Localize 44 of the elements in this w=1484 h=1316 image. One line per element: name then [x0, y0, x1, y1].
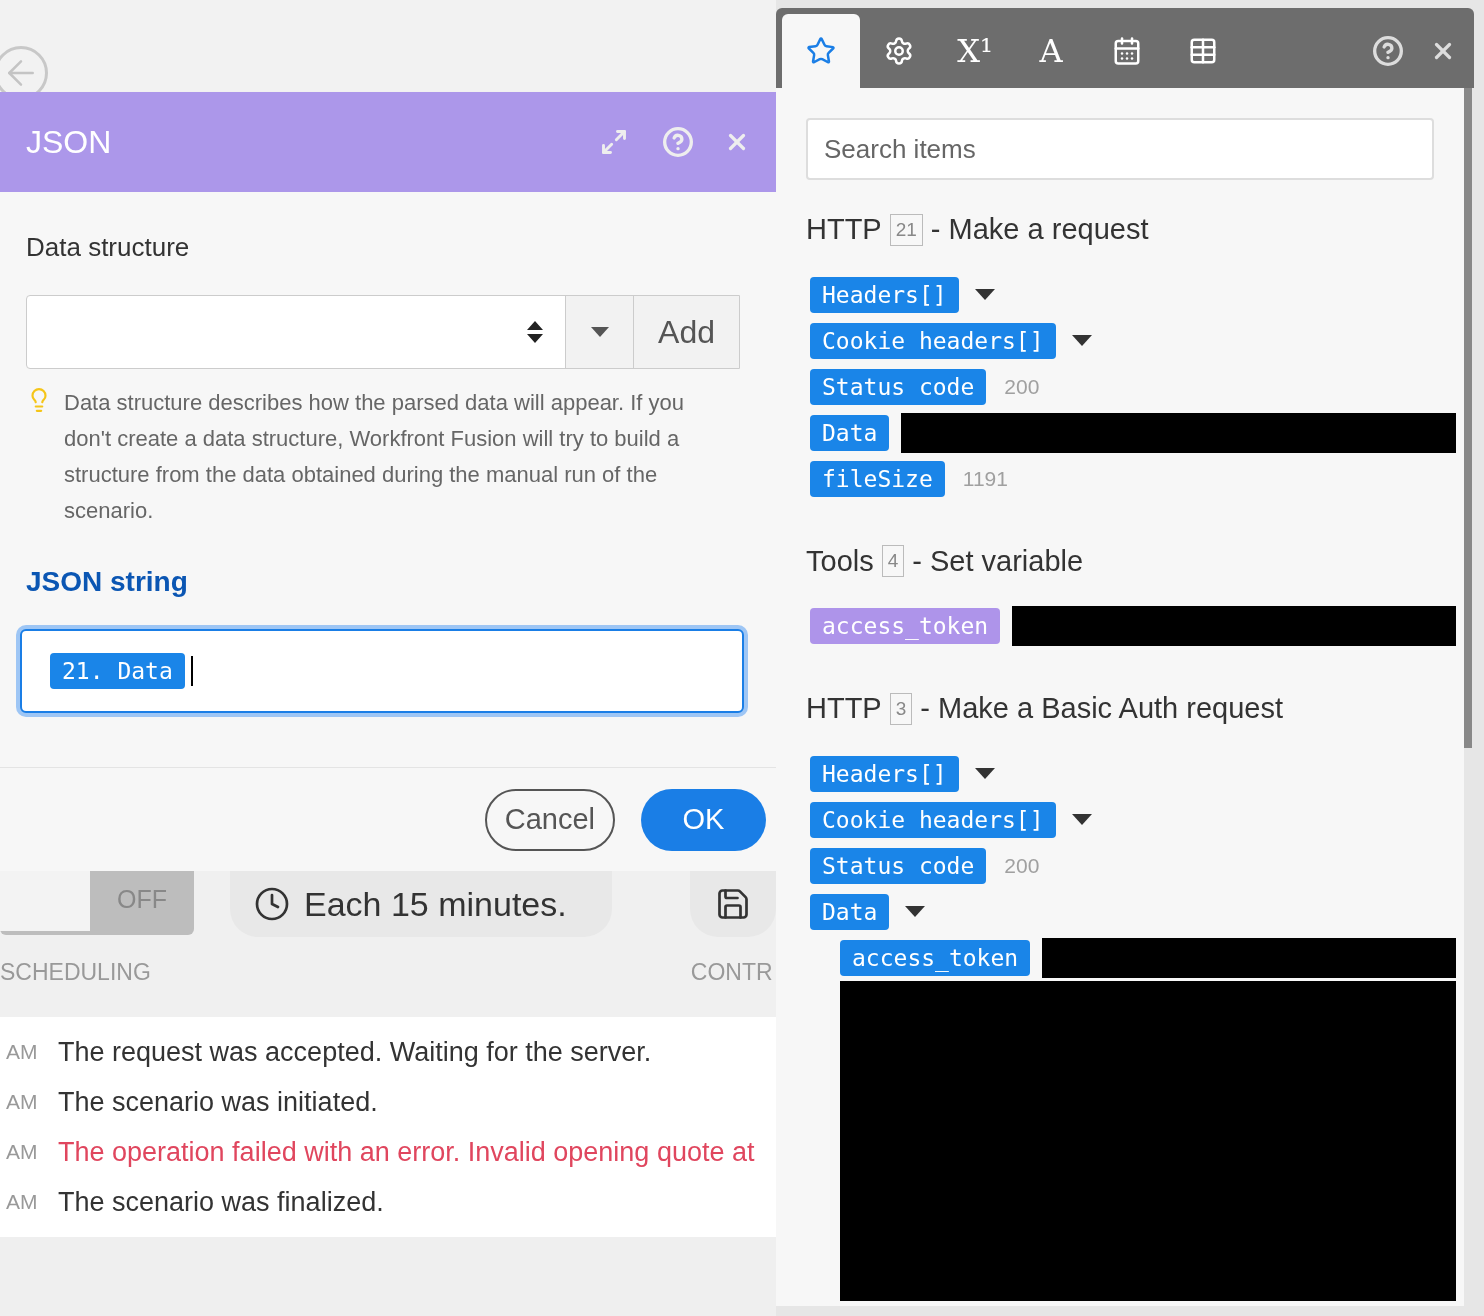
data-token[interactable]: Cookie headers[] [810, 322, 1056, 359]
data-token[interactable]: Headers[] [810, 276, 959, 313]
log-time: AM [6, 1039, 39, 1066]
data-token[interactable]: Data [810, 414, 890, 451]
data-token[interactable]: 21. Data [50, 653, 185, 689]
log-time: AM [6, 1139, 39, 1166]
module-app: HTTP [806, 212, 882, 247]
item-value: 200 [1004, 852, 1040, 879]
picker-tab[interactable]: A [1014, 14, 1088, 88]
item-value: 1191 [962, 465, 1008, 492]
data-token[interactable]: Cookie headers[] [810, 801, 1056, 838]
module-number: 3 [889, 692, 913, 725]
section-label: CONTR [690, 958, 773, 987]
log-time: AM [6, 1189, 39, 1216]
module-number: 21 [889, 213, 923, 246]
module-app: Tools [806, 543, 874, 579]
module-action: - Set variable [912, 543, 1084, 579]
module-app: HTTP [806, 691, 882, 726]
ok-button[interactable]: OK [641, 788, 766, 851]
schedule-button[interactable]: Each 15 minutes. [230, 871, 612, 937]
module-number: 4 [881, 545, 905, 578]
field-label: Data structure [26, 231, 191, 264]
picker-tab[interactable]: X¹ [938, 14, 1012, 88]
module-action: - Make a Basic Auth request [920, 691, 1283, 726]
log-message: The operation failed with an error. Invalid opening quote at [58, 1135, 755, 1169]
data-token[interactable]: fileSize [810, 460, 945, 497]
data-token[interactable]: Status code [810, 368, 987, 405]
log-message: The request was accepted. Waiting for the server. [58, 1035, 652, 1069]
log-message: The scenario was finalized. [58, 1185, 384, 1219]
search-field[interactable]: Search items [806, 118, 1434, 180]
item-value: 200 [1004, 373, 1040, 400]
cancel-button[interactable]: Cancel [484, 788, 615, 851]
modal-title: JSON [26, 123, 113, 162]
data-token[interactable]: access_token [840, 939, 1031, 976]
data-token[interactable]: Status code [810, 847, 987, 884]
data-token[interactable]: Headers[] [810, 755, 959, 792]
data-token[interactable]: access_token [810, 608, 1001, 644]
data-token[interactable]: Data [810, 893, 890, 930]
log-message: The scenario was initiated. [58, 1085, 378, 1119]
field-label: JSON string [26, 565, 189, 599]
section-label: SCHEDULING [0, 958, 151, 987]
log-time: AM [6, 1089, 39, 1116]
module-action: - Make a request [930, 212, 1149, 247]
hint-text: Data structure describes how the parsed data will appear. If you don't create a data structure, Workfront Fusion will try to build a structure from the data obtained during the manual run of the scenario. [64, 389, 685, 525]
